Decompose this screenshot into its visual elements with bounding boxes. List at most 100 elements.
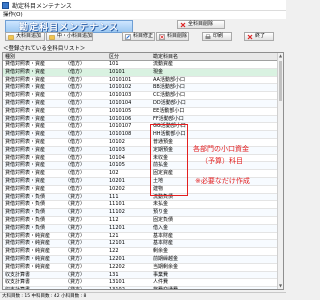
delete-button[interactable]: 科目削除 [156,32,189,41]
cell-code: 112 [109,216,119,223]
scroll-up-icon[interactable]: ▲ [278,53,283,59]
cell-side: （借方） [65,115,86,122]
cell-type: 貸借対照表・純資産 [5,240,51,247]
cell-type: 貸借対照表・資産 [5,115,46,122]
table-row[interactable]: 貸借対照表・資産 （借方） 10202 建物 [3,186,283,194]
edit-icon [125,33,131,40]
cell-side: （借方） [65,68,86,75]
delete-all-icon [180,22,186,27]
table-row[interactable]: 収支計算書 （貸方） 13101 人件費 [3,279,283,288]
cell-side: （借方） [65,84,86,91]
table-row[interactable]: 貸借対照表・純資産 （貸方） 12101 基本財産 [3,240,283,249]
table-row[interactable]: 貸借対照表・資産 （借方） 1010106 FF活動部小口 [3,115,283,124]
table-row[interactable]: 貸借対照表・資産 （借方） 1010104 DD活動部小口 [3,99,283,108]
status-bar: 大科目数 : 15 中科目数 : 42 小科目数 : 8 [0,292,286,300]
scroll-down-icon[interactable]: ▼ [278,283,283,289]
header-name: 勘定科目名 [153,54,179,60]
table-row[interactable]: 貸借対照表・純資産 （貸方） 122 剰余金 [3,248,283,256]
cell-name: 固定負債 [153,216,174,223]
cell-code: 102 [109,170,119,177]
cell-type: 貸借対照表・負債 [5,193,46,200]
close-icon [247,34,253,39]
add-large-button[interactable]: 大科目追加 [5,32,45,41]
cell-side: （借方） [65,107,86,114]
cell-side: （借方） [65,170,86,177]
account-list[interactable]: 種別 区分 勘定科目名 貸借対照表・資産 （借方） 101 流動資産 貸借対照表・資産（… [2,52,284,290]
table-row[interactable]: 収支計算書 （貸方） 131 事業費 [3,271,283,280]
cell-code: 10103 [109,146,125,153]
cell-code: 122 [109,248,119,255]
cell-type: 貸借対照表・資産 [5,68,46,75]
table-row[interactable]: 貸借対照表・純資産 （貸方） 12201 前期繰越金 [3,255,283,264]
cell-side: （借方） [65,154,86,161]
cell-type: 貸借対照表・資産 [5,154,46,161]
cell-code: 12101 [109,240,125,247]
print-button[interactable]: 印刷 [202,32,232,41]
scroll-thumb[interactable] [279,61,282,101]
cell-type: 収支計算書 [5,271,31,278]
table-row[interactable]: 貸借対照表・負債 （貸方） 11102 預り金 [3,209,283,217]
list-label: ＜登録されている全科目リスト＞ [3,46,86,52]
cell-name: 当期剰余金 [153,263,179,270]
add-mid-small-button[interactable]: 中・小科目追加 [46,32,93,41]
list-header: 種別 区分 勘定科目名 [3,53,283,61]
cell-code: 10101 [109,68,125,75]
cell-type: 貸借対照表・資産 [5,138,46,145]
cell-type: 貸借対照表・資産 [5,123,46,130]
table-row[interactable]: 収支計算書 （貸方） 13102 旅費交通費 [3,287,283,289]
cell-name: CC活動部小口 [153,92,185,99]
table-row[interactable]: 貸借対照表・資産 （借方） 1010108 HH活動部小口 [3,131,283,139]
cell-type: 貸借対照表・資産 [5,99,46,106]
cell-type: 貸借対照表・負債 [5,201,46,208]
cell-side: （貸方） [65,271,86,278]
cell-code: 11201 [109,224,125,231]
table-row[interactable]: 貸借対照表・純資産 （貸方） 12202 当期剰余金 [3,264,283,272]
cell-type: 収支計算書 [5,279,31,286]
cell-code: 12202 [109,263,125,270]
cell-type: 貸借対照表・純資産 [5,263,51,270]
cell-code: 1010107 [109,123,132,130]
table-row[interactable]: 貸借対照表・負債 （貸方） 111 流動負債 [3,193,283,202]
table-row[interactable]: 貸借対照表・資産 （借方） 10101 現金 [3,68,283,77]
cell-name: 剰余金 [153,248,169,255]
table-row[interactable]: 貸借対照表・負債 （貸方） 11201 借入金 [3,224,283,233]
cell-name: 流動資産 [153,61,174,67]
highlight-box [150,124,188,196]
cell-side: （貸方） [65,232,86,239]
vertical-scrollbar[interactable]: ▲ ▼ [277,53,283,289]
delete-icon [159,33,165,40]
table-row[interactable]: 貸借対照表・資産 （借方） 1010101 AA活動部小口 [3,77,283,85]
cell-side: （貸方） [65,287,85,289]
cell-type: 貸借対照表・資産 [5,131,46,138]
cell-type: 貸借対照表・負債 [5,209,46,216]
cell-code: 12201 [109,255,125,262]
table-row[interactable]: 貸借対照表・資産 （借方） 1010107 GG活動部小口 [3,123,283,132]
cell-code: 1010104 [109,99,132,106]
menu-item-operation[interactable]: 操作(O) [3,12,23,18]
cell-type: 貸借対照表・資産 [5,61,46,67]
cell-name: BB活動部小口 [153,84,185,91]
cell-type: 貸借対照表・資産 [5,107,46,114]
table-row[interactable]: 貸借対照表・負債 （貸方） 112 固定負債 [3,217,283,225]
table-row[interactable]: 貸借対照表・資産 （借方） 1010102 BB活動部小口 [3,84,283,93]
header-code: 区分 [109,54,120,60]
cell-side: （借方） [65,61,86,67]
cell-code: 13101 [109,279,125,286]
cell-name: 基本財産 [153,240,174,247]
edit-button[interactable]: 科目修正 [122,32,155,41]
cell-name: 前期繰越金 [153,255,179,262]
table-row[interactable]: 貸借対照表・資産 （借方） 101 流動資産 [3,61,283,69]
cell-code: 11101 [109,201,125,208]
cell-code: 121 [109,232,119,239]
table-row[interactable]: 貸借対照表・資産 （借方） 1010103 CC活動部小口 [3,92,283,100]
cell-code: 111 [109,193,119,200]
cell-code: 1010105 [109,107,132,114]
table-row[interactable]: 貸借対照表・資産 （借方） 1010105 EE活動部小口 [3,108,283,116]
cell-type: 貸借対照表・純資産 [5,248,51,255]
table-row[interactable]: 貸借対照表・負債 （貸方） 11101 未払金 [3,201,283,210]
cell-type: 貸借対照表・負債 [5,224,46,231]
delete-all-button[interactable]: 全科目削除 [177,20,225,29]
annotation-line-2: （予算）科目 [201,157,243,165]
exit-button[interactable]: 終了 [244,32,274,41]
cell-side: （借方） [65,162,86,169]
